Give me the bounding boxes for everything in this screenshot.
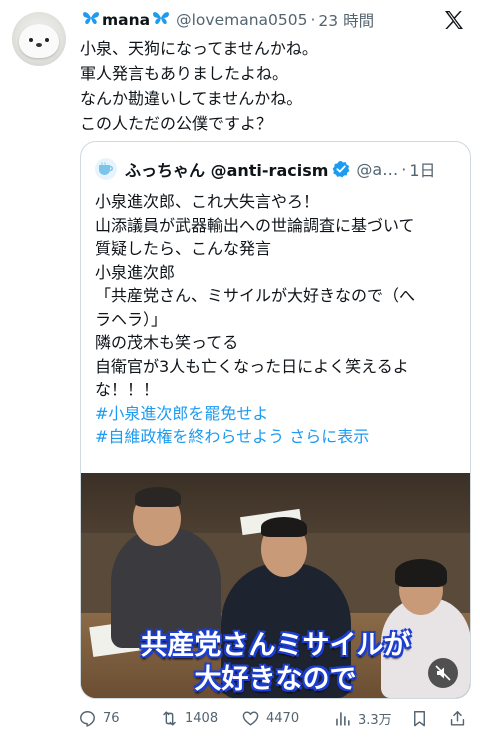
quoted-text-line: 「共産党さん、ミサイルが大好きなので（へ bbox=[95, 286, 416, 305]
quoted-timestamp[interactable]: 1日 bbox=[409, 157, 435, 181]
reply-count: 76 bbox=[103, 710, 120, 726]
repost-count: 1408 bbox=[185, 710, 219, 726]
quoted-author-name[interactable]: ふっちゃん @anti-racism bbox=[125, 157, 328, 181]
reply-button[interactable]: 76 bbox=[78, 706, 120, 730]
show-more-link[interactable]: さらに表示 bbox=[289, 427, 369, 446]
quoted-tweet-header: ふっちゃん @anti-racism @a… · 1日 bbox=[95, 157, 460, 181]
mute-button[interactable] bbox=[428, 658, 458, 688]
bookmark-button[interactable] bbox=[410, 706, 435, 730]
share-icon bbox=[450, 710, 465, 726]
views-count: 3.3万 bbox=[358, 712, 392, 728]
video-player[interactable]: 共産党さんミサイルが 大好きなので bbox=[81, 473, 470, 698]
avatar-seal-image bbox=[19, 24, 59, 58]
tweet-header: mana @lovemana0505 · 23 時間 bbox=[80, 8, 480, 32]
hashtag-link[interactable]: #自維政権を終わらせよう bbox=[95, 427, 284, 446]
quoted-text-line: な！！！ bbox=[95, 380, 160, 399]
separator-dot: · bbox=[401, 159, 407, 179]
repost-button[interactable]: 1408 bbox=[160, 706, 218, 730]
tweet-body-line: 軍人発言もありましたよね。 bbox=[80, 64, 289, 83]
quoted-text-line: 隣の茂木も笑ってる bbox=[95, 333, 239, 352]
quoted-author-avatar[interactable] bbox=[95, 158, 117, 180]
butterfly-icon bbox=[152, 10, 170, 30]
share-button[interactable] bbox=[448, 706, 473, 730]
avatar-nose bbox=[36, 43, 42, 47]
verified-badge-icon bbox=[333, 160, 350, 178]
tweet-action-bar: 76 1408 4470 3.3万 bbox=[78, 706, 473, 730]
quoted-text-line: 山添議員が武器輸出への世論調査に基づいて bbox=[95, 215, 415, 235]
repost-icon bbox=[163, 710, 176, 726]
mute-icon bbox=[435, 665, 451, 681]
butterfly-icon bbox=[82, 10, 100, 30]
avatar-eye-left bbox=[29, 38, 33, 42]
tweet-body-line: 小泉、天狗になってませんかね。 bbox=[80, 39, 318, 58]
hashtag-link[interactable]: #小泉進次郎を罷免せよ bbox=[95, 404, 268, 423]
reply-icon bbox=[80, 710, 95, 727]
quoted-text-line: 質疑したら、こんな発言 bbox=[95, 239, 272, 258]
video-person-hair bbox=[395, 559, 447, 587]
quoted-name-handle: @anti-racism bbox=[210, 161, 329, 180]
like-icon bbox=[242, 710, 259, 726]
bookmark-icon bbox=[414, 710, 425, 726]
teacup-icon bbox=[99, 162, 113, 175]
views-icon bbox=[336, 711, 350, 726]
tweet-body: 小泉、天狗になってませんかね。 軍人発言もありましたよね。 なんか勘違いしてませ… bbox=[80, 36, 465, 136]
like-count: 4470 bbox=[266, 710, 300, 726]
tweet-body-line: なんか勘違いしてませんかね。 bbox=[80, 89, 303, 108]
quoted-tweet-text: 小泉進次郎、これ大失言やろ！ 山添議員が武器輸出への世論調査に基づいて 質疑した… bbox=[95, 190, 460, 449]
video-person-hair bbox=[135, 487, 181, 507]
quoted-tweet-card[interactable]: ふっちゃん @anti-racism @a… · 1日 小泉進次郎、これ大失言や… bbox=[80, 141, 471, 699]
author-handle[interactable]: @lovemana0505 bbox=[176, 11, 307, 29]
like-button[interactable]: 4470 bbox=[241, 706, 299, 730]
author-name[interactable]: mana bbox=[80, 10, 172, 30]
video-subtitle-line: 大好きなので bbox=[194, 664, 357, 695]
x-logo-icon[interactable] bbox=[442, 8, 466, 32]
avatar-eye-right bbox=[45, 38, 49, 42]
author-avatar[interactable] bbox=[12, 12, 66, 66]
author-display-name: mana bbox=[102, 11, 151, 29]
quoted-text-line: 自衛官が3人も亡くなった日によく笑えるよ bbox=[95, 356, 409, 376]
tweet-body-line: この人ただの公僕ですよ？ bbox=[80, 114, 273, 133]
quoted-author-handle[interactable]: @a… bbox=[356, 160, 398, 179]
separator-dot: · bbox=[310, 11, 316, 29]
quoted-text-line: 小泉進次郎 bbox=[95, 262, 176, 282]
views-button[interactable]: 3.3万 bbox=[333, 706, 392, 730]
video-person-hair bbox=[261, 517, 307, 537]
quoted-display-name: ふっちゃん bbox=[125, 161, 206, 180]
quoted-text-line: 小泉進次郎、これ大失言やろ！ bbox=[95, 192, 320, 211]
quoted-text-line: ラヘラ）」 bbox=[95, 309, 168, 329]
tweet-timestamp[interactable]: 23 時間 bbox=[318, 9, 374, 31]
